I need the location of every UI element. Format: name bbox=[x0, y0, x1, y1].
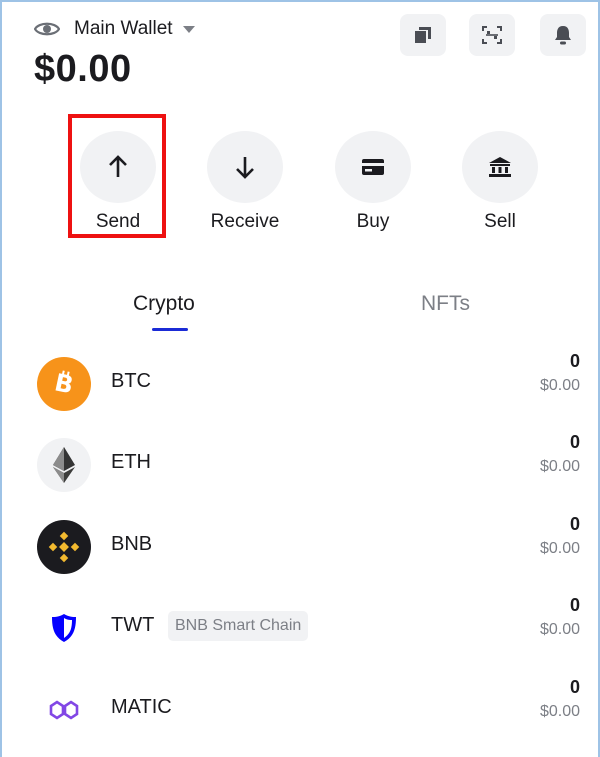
token-row-bnb[interactable]: BNB 0 $0.00 bbox=[0, 514, 600, 602]
active-tab-indicator bbox=[152, 328, 188, 331]
bitcoin-icon: B bbox=[37, 357, 91, 411]
copy-button[interactable] bbox=[400, 14, 446, 56]
token-row-eth[interactable]: ETH 0 $0.00 bbox=[0, 432, 600, 520]
token-fiat-value: $0.00 bbox=[539, 377, 580, 394]
token-amount: 0 bbox=[569, 677, 580, 697]
tab-nfts[interactable]: NFTs bbox=[421, 292, 470, 316]
tab-crypto[interactable]: Crypto bbox=[133, 292, 195, 316]
token-row-twt[interactable]: TWT BNB Smart Chain 0 $0.00 bbox=[0, 595, 600, 683]
arrow-down-icon bbox=[236, 157, 254, 179]
eye-icon[interactable] bbox=[34, 16, 60, 42]
wallet-selector[interactable]: Main Wallet bbox=[34, 16, 195, 42]
bell-icon bbox=[555, 26, 571, 45]
token-fiat-value: $0.00 bbox=[539, 458, 580, 475]
sell-label: Sell bbox=[484, 211, 516, 232]
token-amount: 0 bbox=[569, 595, 580, 615]
token-amount: 0 bbox=[569, 432, 580, 452]
token-fiat-value: $0.00 bbox=[539, 540, 580, 557]
bnb-icon bbox=[37, 520, 91, 574]
polygon-icon bbox=[37, 683, 91, 737]
bank-icon bbox=[489, 157, 511, 177]
receive-button[interactable] bbox=[207, 131, 283, 203]
token-symbol: BTC bbox=[111, 370, 151, 392]
token-amount: 0 bbox=[569, 514, 580, 534]
notifications-button[interactable] bbox=[540, 14, 586, 56]
token-fiat-value: $0.00 bbox=[539, 621, 580, 638]
token-row-matic[interactable]: MATIC 0 $0.00 bbox=[0, 677, 600, 757]
ethereum-icon bbox=[37, 438, 91, 492]
token-symbol: ETH bbox=[111, 451, 151, 473]
card-icon bbox=[362, 159, 384, 175]
receive-action[interactable]: Receive bbox=[197, 131, 293, 233]
token-symbol: TWT bbox=[111, 614, 155, 636]
sell-button[interactable] bbox=[462, 131, 538, 203]
wallet-name: Main Wallet bbox=[74, 18, 173, 39]
sell-action[interactable]: Sell bbox=[452, 131, 548, 233]
token-row-btc[interactable]: B BTC 0 $0.00 bbox=[0, 351, 600, 439]
token-symbol: BNB bbox=[111, 533, 153, 555]
buy-button[interactable] bbox=[335, 131, 411, 203]
buy-action[interactable]: Buy bbox=[325, 131, 421, 233]
send-highlight-box bbox=[68, 114, 166, 238]
trust-wallet-shield-icon bbox=[37, 601, 91, 655]
copy-icon bbox=[415, 27, 431, 43]
chain-badge: BNB Smart Chain bbox=[168, 611, 309, 641]
token-symbol: MATIC bbox=[111, 696, 172, 718]
scan-button[interactable] bbox=[469, 14, 515, 56]
wallet-balance: $0.00 bbox=[34, 48, 132, 90]
chevron-down-icon bbox=[182, 25, 195, 33]
receive-label: Receive bbox=[210, 211, 280, 232]
buy-label: Buy bbox=[356, 211, 390, 232]
token-amount: 0 bbox=[569, 351, 580, 371]
scan-icon bbox=[482, 26, 502, 44]
token-fiat-value: $0.00 bbox=[539, 703, 580, 720]
